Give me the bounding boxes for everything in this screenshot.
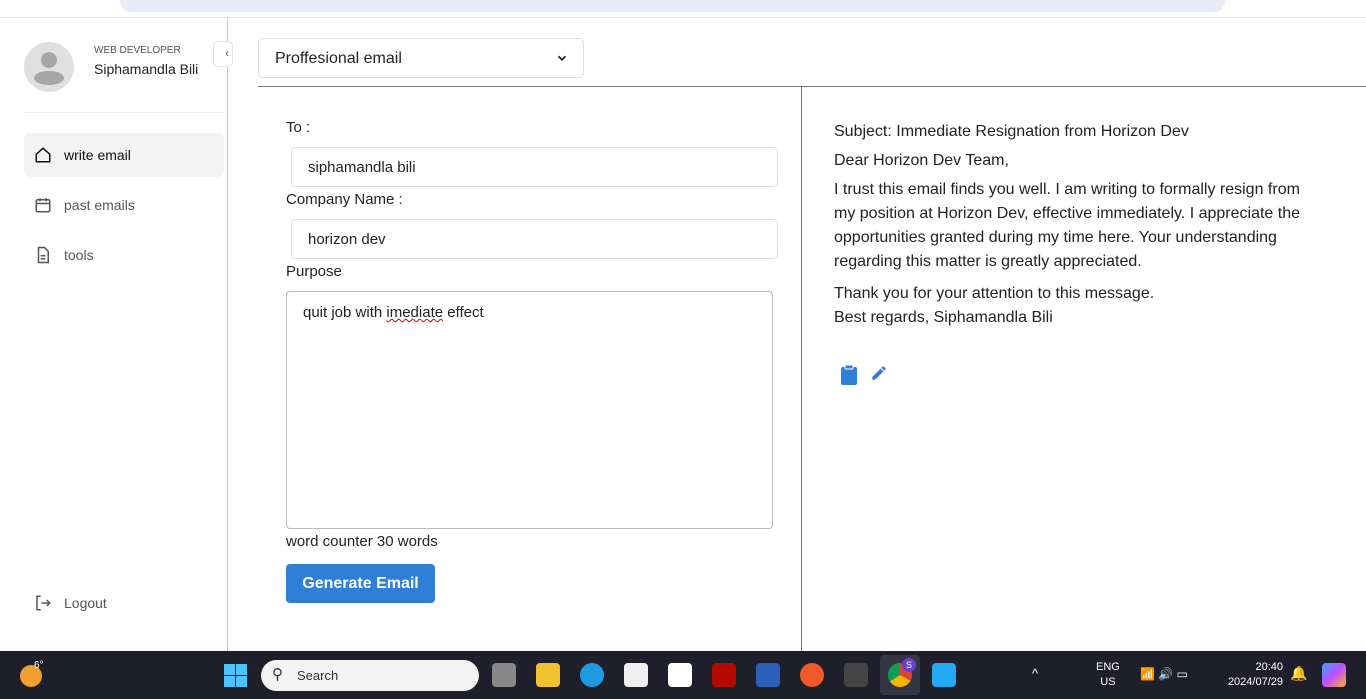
purpose-label: Purpose <box>286 263 342 280</box>
misspelled-word: imediate <box>386 304 444 321</box>
sidebar-item-label: tools <box>64 247 94 263</box>
taskbar-search[interactable]: ⚲ Search <box>261 660 479 691</box>
chrome-active-tile[interactable]: S <box>880 655 920 695</box>
edge-icon[interactable] <box>580 663 604 687</box>
to-input[interactable]: siphamandla bili <box>291 147 778 187</box>
address-bar[interactable] <box>120 0 1225 12</box>
user-role: WEB DEVELOPER <box>94 45 181 56</box>
language-indicator[interactable]: ENG US <box>1096 660 1120 690</box>
home-icon <box>35 147 51 163</box>
word-icon[interactable] <box>756 663 780 687</box>
word-counter: word counter 30 words <box>286 533 438 550</box>
divider <box>801 86 802 651</box>
acrobat-icon[interactable] <box>712 663 736 687</box>
to-label: To : <box>286 119 311 136</box>
file-explorer-icon[interactable] <box>536 663 560 687</box>
weather-temp: 6° <box>34 660 44 671</box>
user-name: Siphamandla Bili <box>94 61 199 77</box>
copilot-icon[interactable] <box>1322 663 1346 687</box>
email-type-select[interactable]: Proffesional email <box>258 38 584 78</box>
sidebar-item-label: past emails <box>64 197 135 213</box>
search-icon: ⚲ <box>272 666 283 683</box>
avatar <box>24 42 74 92</box>
taskbar: 6° ⚲ Search S ^ ENG US 📶 🔊 ▭ 20:40 2024/07/… <box>0 651 1366 699</box>
chevron-up-icon[interactable]: ^ <box>1032 666 1038 681</box>
sidebar-item-tools[interactable]: tools <box>24 233 224 277</box>
purpose-text: effect <box>443 304 484 321</box>
company-label: Company Name : <box>286 191 403 208</box>
date: 2024/07/29 <box>1227 676 1283 688</box>
notification-bell-icon[interactable]: 🔔 <box>1290 666 1307 681</box>
purpose-text: quit job with <box>303 304 387 321</box>
logout-button[interactable]: Logout <box>24 581 224 625</box>
task-view-icon[interactable] <box>492 663 516 687</box>
store-icon[interactable] <box>624 663 648 687</box>
sidebar-item-label: write email <box>64 147 131 163</box>
chevron-down-icon <box>557 55 567 61</box>
sidebar-item-past-emails[interactable]: past emails <box>24 183 224 227</box>
browser-chrome <box>0 0 1366 18</box>
logout-icon <box>36 595 51 611</box>
search-label: Search <box>297 668 339 683</box>
terminal-icon[interactable] <box>844 663 868 687</box>
divider <box>24 112 224 113</box>
email-body: I trust this email finds you well. I am … <box>834 181 1300 270</box>
clock[interactable]: 20:40 2024/07/29 <box>1220 660 1283 690</box>
email-thanks: Thank you for your attention to this mes… <box>834 285 1155 302</box>
main-content: Proffesional email To : siphamandla bili… <box>228 18 1366 651</box>
wifi-volume-battery-icons[interactable]: 📶 🔊 ▭ <box>1140 667 1188 682</box>
vscode-icon[interactable] <box>932 663 956 687</box>
logout-label: Logout <box>64 595 107 611</box>
generated-email: Subject: Immediate Resignation from Hori… <box>834 120 1314 330</box>
region: US <box>1100 676 1116 688</box>
email-subject: Subject: Immediate Resignation from Hori… <box>834 123 1189 140</box>
lang: ENG <box>1096 661 1120 673</box>
email-signoff: Best regards, Siphamandla Bili <box>834 309 1053 326</box>
divider <box>258 86 1366 87</box>
calendar-icon <box>35 198 51 213</box>
windows-start-icon[interactable] <box>224 664 247 687</box>
company-input[interactable]: horizon dev <box>291 219 778 259</box>
edit-pencil-icon[interactable] <box>870 364 888 382</box>
email-type-value: Proffesional email <box>275 50 402 67</box>
time: 20:40 <box>1255 661 1283 673</box>
generate-email-button[interactable]: Generate Email <box>286 564 435 603</box>
sidebar: WEB DEVELOPER Siphamandla Bili ‹ write e… <box>0 18 233 651</box>
amazon-icon[interactable] <box>668 663 692 687</box>
sidebar-item-write-email[interactable]: write email <box>24 133 224 177</box>
email-greeting: Dear Horizon Dev Team, <box>834 152 1009 169</box>
profile-badge: S <box>902 658 916 672</box>
purpose-textarea[interactable]: quit job with imediate effect <box>286 291 773 529</box>
clipboard-icon[interactable] <box>840 364 858 386</box>
document-icon <box>37 246 49 264</box>
postman-icon[interactable] <box>800 663 824 687</box>
